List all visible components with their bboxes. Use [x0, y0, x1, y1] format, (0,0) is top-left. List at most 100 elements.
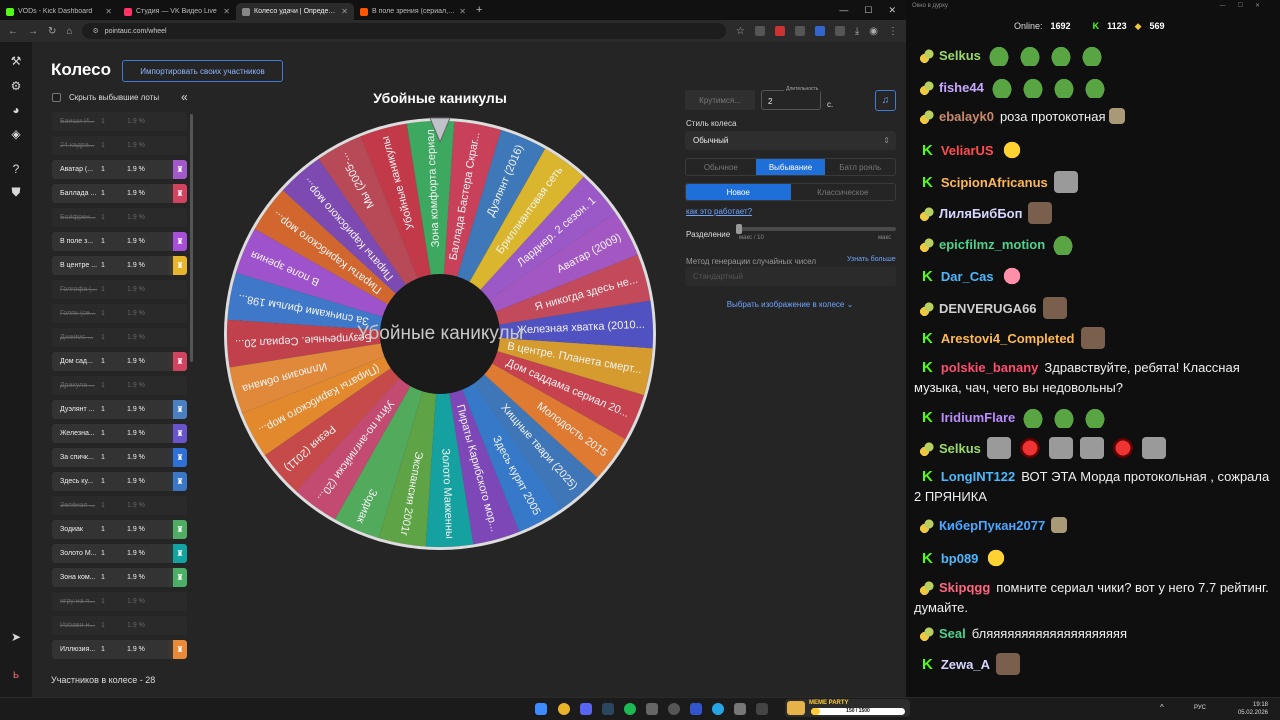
lot-item[interactable]: Аватар (... 1 1.9 % ♜ [52, 160, 187, 179]
lot-item[interactable]: Голгофа (...11.9 %♜ [52, 280, 187, 299]
chat-username[interactable]: Skipqgg [939, 580, 990, 595]
duration-input[interactable]: 2 [761, 90, 821, 110]
tab-kick-dashboard[interactable]: VODs - Kick Dashboard ✕ [0, 3, 118, 20]
lot-item[interactable]: Зелёная ...11.9 %♜ [52, 496, 187, 515]
lot-item[interactable]: В центре ... 1 1.9 % ♜ [52, 256, 187, 275]
trophy-icon[interactable]: ♜ [173, 184, 187, 203]
obs-icon[interactable] [668, 703, 680, 715]
elimination-variant-option[interactable]: Классическое [791, 184, 896, 200]
wheel-mode-option[interactable]: Выбывание [755, 159, 826, 175]
split-slider-handle[interactable] [736, 224, 742, 234]
chat-username[interactable]: Seal [939, 626, 966, 641]
chat-username[interactable]: Selkus [939, 48, 981, 63]
lot-item[interactable]: За спичк... 1 1.9 % ♜ [52, 448, 187, 467]
lot-item[interactable]: Иллюзия... 1 1.9 % ♜ [52, 640, 187, 659]
wheel-mode-option[interactable]: Обычное [686, 159, 756, 175]
wheel-mode-option[interactable]: Батл рояль [825, 159, 895, 175]
tray-chevron-icon[interactable]: ^ [1160, 703, 1164, 712]
trophy-icon[interactable]: ♜ [173, 424, 187, 443]
trophy-icon[interactable]: ♜ [173, 232, 187, 251]
rng-method-select[interactable]: Стандартный [685, 267, 896, 286]
lot-item[interactable]: Дракула ...11.9 %♜ [52, 376, 187, 395]
close-icon[interactable]: ✕ [341, 7, 348, 16]
bookmark-star-icon[interactable]: ☆ [736, 26, 745, 37]
chat-username[interactable]: LongINT122 [941, 469, 1015, 484]
lot-item[interactable]: Баллада ... 1 1.9 % ♜ [52, 184, 187, 203]
chat-username[interactable]: КиберПукан2077 [939, 518, 1045, 533]
minimize-icon[interactable]: — [839, 5, 848, 16]
chat-username[interactable]: Arestovi4_Completed [941, 331, 1075, 346]
lot-item[interactable]: Голяк (се...11.9 %♜ [52, 304, 187, 323]
chat-username[interactable]: fishe44 [939, 80, 984, 95]
lot-item[interactable]: 24 кадра...11.9 %♜ [52, 136, 187, 155]
telegram-icon[interactable] [712, 703, 724, 715]
trophy-icon[interactable]: ♜ [173, 640, 187, 659]
home-icon[interactable]: ⌂ [66, 26, 72, 37]
tab-series[interactable]: В поле зрения (сериал, 1-5 се✕ [354, 3, 472, 20]
profile-icon[interactable]: ◉ [869, 26, 878, 37]
trophy-icon[interactable]: ♜ [173, 400, 187, 419]
lot-item[interactable]: Дуэлянт ... 1 1.9 % ♜ [52, 400, 187, 419]
steam-icon[interactable] [602, 703, 614, 715]
lot-item[interactable]: В поле з... 1 1.9 % ♜ [52, 232, 187, 251]
lot-item[interactable]: Джеймс ...11.9 %♜ [52, 328, 187, 347]
lot-item[interactable]: Зодиак 1 1.9 % ♜ [52, 520, 187, 539]
app-icon[interactable] [734, 703, 746, 715]
chrome-icon[interactable] [558, 703, 570, 715]
app-icon[interactable] [646, 703, 658, 715]
extension-icon[interactable] [794, 26, 805, 36]
lot-list-scrollbar[interactable] [190, 114, 193, 362]
layers-icon[interactable]: ◈ [9, 127, 23, 141]
close-window-icon[interactable]: ✕ [888, 5, 896, 16]
split-slider[interactable] [738, 227, 896, 231]
chat-username[interactable]: ScipionAfricanus [941, 175, 1048, 190]
lot-item[interactable]: Зона ком... 1 1.9 % ♜ [52, 568, 187, 587]
how-it-works-link[interactable]: как это работает? [686, 207, 752, 216]
shield-icon[interactable]: ⛊ [9, 185, 23, 199]
chat-username[interactable]: Selkus [939, 441, 981, 456]
chat-username[interactable]: bp089 [941, 551, 979, 566]
trophy-icon[interactable]: ♜ [173, 352, 187, 371]
hide-eliminated-toggle[interactable]: Скрыть выбывшие лоты [52, 93, 159, 102]
back-icon[interactable]: ← [8, 26, 18, 37]
chat-username[interactable]: VeliarUS [941, 143, 994, 158]
lot-item[interactable]: Железна... 1 1.9 % ♜ [52, 424, 187, 443]
spotify-icon[interactable] [624, 703, 636, 715]
close-icon[interactable]: ✕ [105, 7, 112, 16]
close-icon[interactable]: ✕ [459, 7, 466, 16]
spin-button[interactable]: Крутимся... [685, 90, 755, 110]
extension-icon[interactable] [774, 26, 785, 36]
chat-window-controls[interactable]: —☐✕ [1220, 2, 1272, 9]
telegram-icon[interactable]: ➤ [9, 630, 23, 644]
collapse-panel-icon[interactable]: « [181, 90, 188, 104]
language-indicator[interactable]: РУС [1194, 705, 1206, 711]
lot-item[interactable]: Золото М... 1 1.9 % ♜ [52, 544, 187, 563]
tab-wheel[interactable]: Колесо удачи | Определите п✕ [236, 3, 354, 20]
chat-username[interactable]: IridiumFlare [941, 410, 1015, 425]
forward-icon[interactable]: → [28, 26, 38, 37]
extensions-puzzle-icon[interactable] [834, 26, 845, 36]
chat-username[interactable]: Zewa_A [941, 657, 990, 672]
music-icon[interactable]: ♫ [875, 90, 896, 111]
lot-item[interactable]: Банши И...11.9 %♜ [52, 112, 187, 131]
site-info-icon[interactable]: ⚙ [92, 27, 98, 35]
chat-username[interactable]: DENVERUGA66 [939, 301, 1037, 316]
chat-username[interactable]: polskie_banany [941, 360, 1039, 375]
learn-more-link[interactable]: Узнать больше [847, 256, 896, 263]
lot-item[interactable]: Дом сад... 1 1.9 % ♜ [52, 352, 187, 371]
start-icon[interactable] [535, 703, 547, 715]
trophy-icon[interactable]: ♜ [173, 472, 187, 491]
wheel-style-select[interactable]: Обычный ⇕ [685, 131, 896, 150]
lot-item[interactable]: Здесь ку... 1 1.9 % ♜ [52, 472, 187, 491]
trophy-icon[interactable]: ♜ [173, 256, 187, 275]
hide-eliminated-checkbox[interactable] [52, 93, 61, 102]
app-icon[interactable] [756, 703, 768, 715]
extension-icon[interactable] [814, 26, 825, 36]
app-icon[interactable] [690, 703, 702, 715]
chat-username[interactable]: Dar_Cas [941, 269, 994, 284]
url-field[interactable]: ⚙ pointauc.com/wheel [82, 23, 726, 39]
chat-username[interactable]: ebalayk0 [939, 109, 994, 124]
chat-username[interactable]: epicfilmz_motion [939, 237, 1045, 252]
trophy-icon[interactable]: ♜ [173, 568, 187, 587]
lot-item[interactable]: Бойфрен...11.9 %♜ [52, 208, 187, 227]
